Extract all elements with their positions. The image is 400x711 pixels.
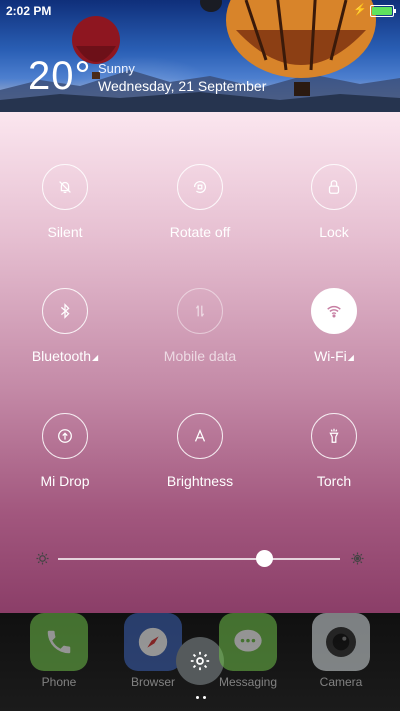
charging-icon: ⚡ <box>353 4 367 16</box>
app-phone[interactable]: Phone <box>19 613 99 689</box>
toggle-silent[interactable]: Silent <box>10 164 120 240</box>
toggle-label: Bluetooth◢ <box>31 348 99 364</box>
weather-header: 2:02 PM ⚡ 20° Sunny Wednesday, 21 Septem… <box>0 0 400 112</box>
bell-off-icon <box>42 164 88 210</box>
dropdown-caret-icon: ◢ <box>347 353 354 362</box>
bluetooth-icon <box>42 288 88 334</box>
toggle-label: Rotate off <box>169 224 231 240</box>
torch-icon <box>311 413 357 459</box>
app-label: Camera <box>319 675 363 689</box>
message-icon <box>219 613 277 671</box>
toggle-label: Mi Drop <box>40 473 90 489</box>
toggle-mi-drop[interactable]: Mi Drop <box>10 413 120 489</box>
toggle-lock[interactable]: Lock <box>279 164 389 240</box>
balloon-image-small <box>200 0 222 12</box>
brightness-high-icon <box>351 552 364 565</box>
weather-condition: Sunny <box>98 61 135 76</box>
weather-date: Wednesday, 21 September <box>98 78 267 94</box>
brightness-low-icon <box>36 552 49 565</box>
brightness-slider-track[interactable] <box>58 558 340 560</box>
toggle-mobile-data[interactable]: Mobile data <box>145 288 255 364</box>
rotate-lock-icon <box>177 164 223 210</box>
toggle-label: Wi-Fi◢ <box>314 348 354 364</box>
toggle-label: Silent <box>47 224 83 240</box>
toggle-brightness[interactable]: Brightness <box>145 413 255 489</box>
app-label: Messaging <box>218 675 278 689</box>
dropdown-caret-icon: ◢ <box>92 353 99 362</box>
app-label: Browser <box>130 675 175 689</box>
battery-icon <box>370 5 396 17</box>
brightness-slider-thumb[interactable] <box>255 550 273 567</box>
toggle-label: Mobile data <box>163 348 237 364</box>
status-time: 2:02 PM <box>6 4 52 18</box>
wifi-icon <box>311 288 357 334</box>
app-camera[interactable]: Camera <box>301 613 381 689</box>
mi-drop-icon <box>42 413 88 459</box>
camera-icon <box>312 613 370 671</box>
toggle-torch[interactable]: Torch <box>279 413 389 489</box>
phone-icon <box>30 613 88 671</box>
toggle-label: Brightness <box>166 473 234 489</box>
lock-icon <box>311 164 357 210</box>
toggle-label: Lock <box>319 224 349 240</box>
page-indicator <box>194 686 208 704</box>
quick-settings-panel: Silent Rotate off Lock Bluetooth◢ Mobile… <box>0 112 400 613</box>
toggle-bluetooth[interactable]: Bluetooth◢ <box>10 288 120 364</box>
toggle-rotate[interactable]: Rotate off <box>145 164 255 240</box>
app-messaging[interactable]: Messaging <box>208 613 288 689</box>
toggle-wifi[interactable]: Wi-Fi◢ <box>279 288 389 364</box>
mobile-data-icon <box>177 288 223 334</box>
app-label: Phone <box>41 675 77 689</box>
auto-brightness-icon <box>177 413 223 459</box>
weather-temperature: 20° <box>28 54 92 98</box>
toggle-label: Torch <box>316 473 352 489</box>
compass-icon <box>124 613 182 671</box>
